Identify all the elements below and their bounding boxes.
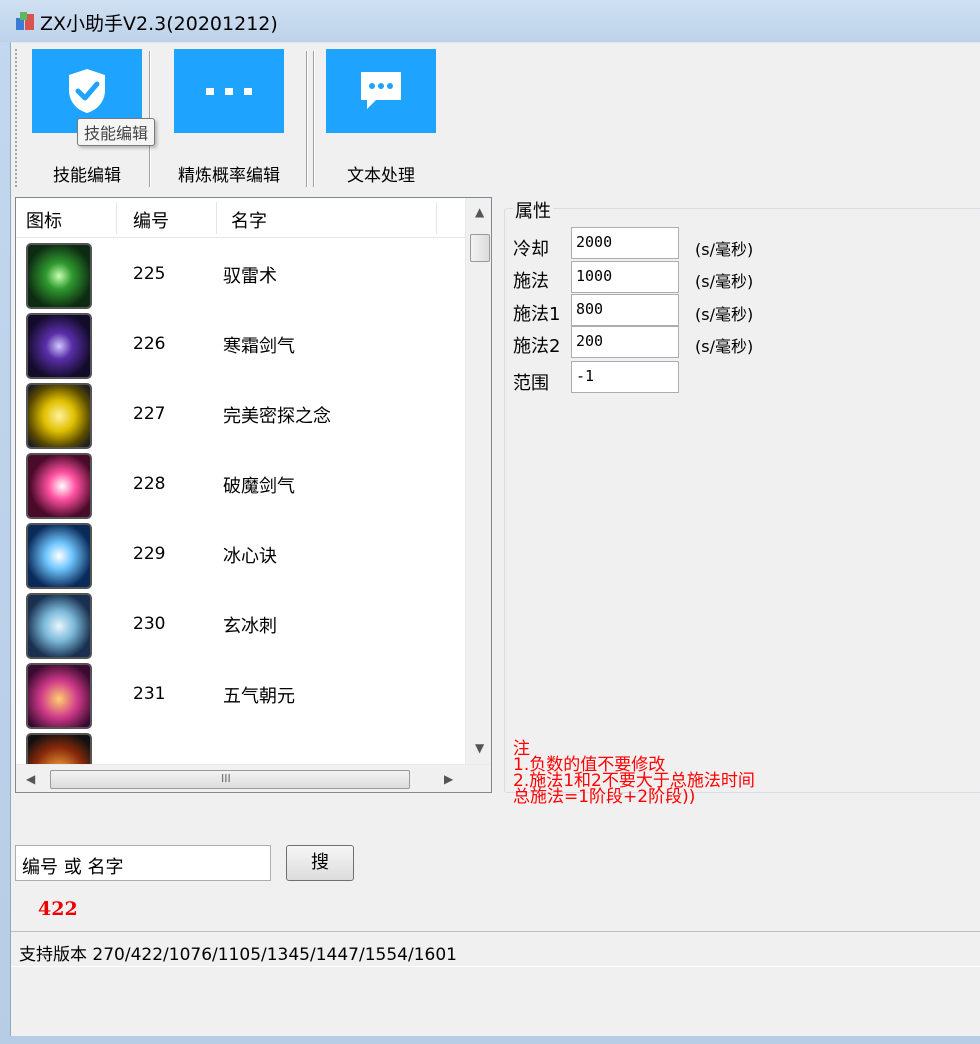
status-bar: 支持版本 270/422/1076/1105/1345/1447/1554/16…: [11, 931, 980, 967]
range-label: 范围: [513, 373, 549, 394]
cast1-input[interactable]: 800: [571, 294, 679, 326]
note-text: 注 1.负数的值不要修改 2.施法1和2不要大于总施法时间 总施法=1阶段+2阶…: [513, 739, 755, 807]
skill-id: 227: [133, 404, 166, 424]
column-header-name[interactable]: 名字: [231, 207, 267, 233]
result-count: 422: [38, 898, 78, 920]
window-title: ZX小助手V2.3(20201212): [40, 13, 278, 35]
list-header: 图标 编号 名字: [16, 198, 466, 238]
ice-heart-icon: [26, 523, 92, 589]
cast2-input[interactable]: 200: [571, 326, 679, 358]
skill-id: 228: [133, 474, 166, 494]
cast2-unit: (s/毫秒): [695, 337, 754, 356]
list-item[interactable]: 231 五气朝元: [16, 660, 466, 730]
cooldown-label: 冷却: [513, 239, 549, 260]
list-item[interactable]: 226 寒霜剑气: [16, 310, 466, 380]
list-item[interactable]: 229 冰心诀: [16, 520, 466, 590]
cast2-label: 施法2: [513, 336, 561, 357]
ice-spike-icon: [26, 593, 92, 659]
scroll-left-arrow-icon[interactable]: ◀: [26, 773, 35, 785]
toolbar: 技能编辑 精炼概率编辑 文本处理 技能编辑: [11, 43, 980, 193]
skill-list[interactable]: 图标 编号 名字 225 驭雷术 226 寒霜剑气 227 完美密探之念 228…: [15, 197, 492, 793]
toolbar-separator: [313, 51, 315, 187]
skill-id: 230: [133, 614, 166, 634]
list-item[interactable]: 228 破魔剑气: [16, 450, 466, 520]
horizontal-scrollbar[interactable]: ◀ III ▶: [16, 764, 491, 792]
five-qi-icon: [26, 663, 92, 729]
client-area: 技能编辑 精炼概率编辑 文本处理 技能编辑 图标 编号 名字 225 驭雷术 2…: [10, 42, 980, 1036]
column-header-icon[interactable]: 图标: [26, 207, 62, 233]
app-window: ZX小助手V2.3(20201212) 技能编辑 精炼概率编辑 文本处理 技能编…: [0, 0, 980, 1044]
skill-name: 寒霜剑气: [223, 336, 295, 357]
scroll-right-arrow-icon[interactable]: ▶: [444, 773, 453, 785]
text-process-button[interactable]: 文本处理: [326, 49, 436, 186]
skill-id: 231: [133, 684, 166, 704]
cast-input[interactable]: 1000: [571, 261, 679, 293]
golden-orb-icon: [26, 383, 92, 449]
text-process-label: 文本处理: [347, 166, 415, 186]
scroll-down-arrow-icon[interactable]: ▼: [475, 742, 484, 754]
skill-id: 226: [133, 334, 166, 354]
range-input[interactable]: -1: [571, 361, 679, 393]
vertical-scrollbar[interactable]: ▲ ▼: [465, 198, 491, 764]
cast-label: 施法: [513, 271, 549, 292]
skill-edit-label: 技能编辑: [53, 166, 121, 186]
search-input[interactable]: 编号 或 名字: [15, 845, 271, 881]
cast-unit: (s/毫秒): [695, 272, 754, 291]
cooldown-unit: (s/毫秒): [695, 240, 754, 259]
scroll-grip-icon: III: [221, 772, 231, 785]
lightning-skill-icon: [26, 243, 92, 309]
cooldown-input[interactable]: 2000: [571, 227, 679, 259]
skill-name: 冰心诀: [223, 546, 277, 567]
refine-rate-edit-button[interactable]: 精炼概率编辑: [174, 49, 284, 186]
list-item[interactable]: 227 完美密探之念: [16, 380, 466, 450]
column-header-id[interactable]: 编号: [133, 207, 169, 233]
skill-id: 229: [133, 544, 166, 564]
refine-rate-edit-label: 精炼概率编辑: [178, 166, 280, 186]
search-button[interactable]: 搜: [286, 845, 354, 881]
skill-name: 破魔剑气: [223, 476, 295, 497]
horizontal-scroll-thumb[interactable]: III: [50, 770, 410, 789]
status-text: 支持版本 270/422/1076/1105/1345/1447/1554/16…: [19, 945, 457, 965]
vertical-scroll-thumb[interactable]: [470, 234, 490, 262]
skill-name: 驭雷术: [223, 266, 277, 287]
frost-sword-icon: [26, 313, 92, 379]
skill-name: 完美密探之念: [223, 406, 331, 427]
toolbar-separator: [306, 51, 308, 187]
list-item[interactable]: 230 玄冰刺: [16, 590, 466, 660]
shield-check-icon: [69, 69, 105, 113]
scroll-up-arrow-icon[interactable]: ▲: [475, 206, 484, 218]
cast1-unit: (s/毫秒): [695, 305, 754, 324]
toolbar-grip[interactable]: [15, 49, 19, 187]
chat-bubble-icon: [361, 72, 401, 109]
skill-id: 225: [133, 264, 166, 284]
dots-icon: [206, 88, 252, 95]
skill-name: 玄冰刺: [223, 616, 277, 637]
app-icon: [16, 12, 34, 30]
title-bar: ZX小助手V2.3(20201212): [0, 0, 980, 42]
tooltip: 技能编辑: [77, 118, 156, 146]
cast1-label: 施法1: [513, 304, 561, 325]
properties-title: 属性: [513, 197, 553, 223]
demon-break-icon: [26, 453, 92, 519]
list-item[interactable]: 225 驭雷术: [16, 240, 466, 310]
properties-group: 属性 冷却 2000 (s/毫秒) 施法 1000 (s/毫秒) 施法1 800…: [504, 197, 980, 806]
skill-name: 五气朝元: [223, 686, 295, 707]
